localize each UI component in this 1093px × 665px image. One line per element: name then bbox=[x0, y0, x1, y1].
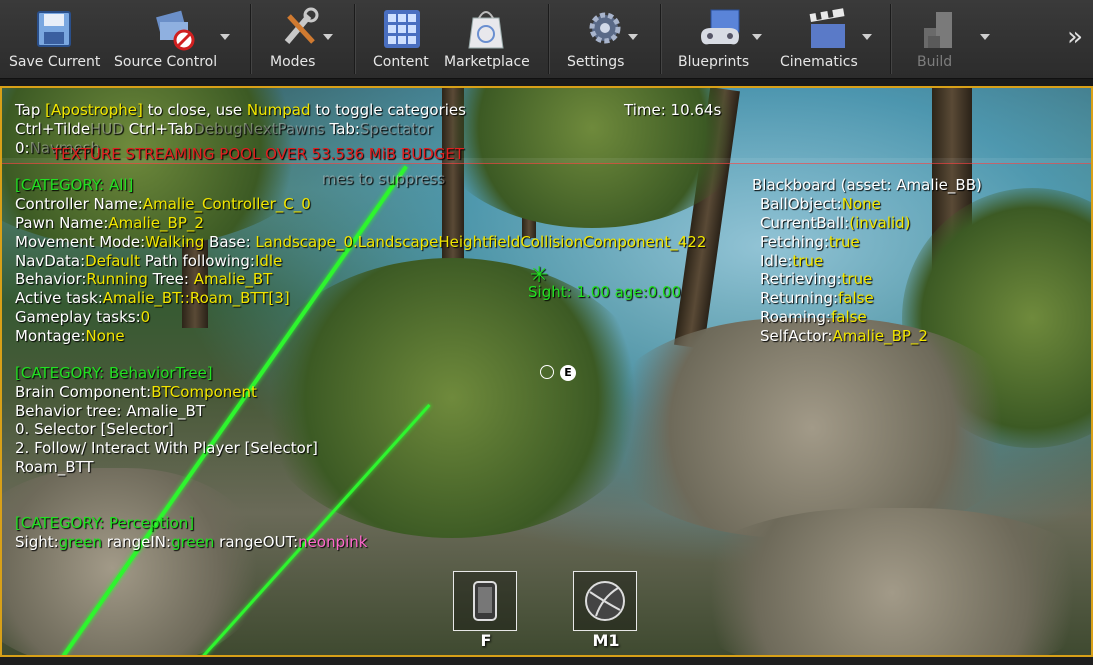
build-blocks-icon bbox=[914, 6, 960, 52]
crosshair-icon bbox=[540, 365, 554, 379]
blueprints-caret-icon[interactable] bbox=[752, 34, 762, 40]
editor-toolbar: Save Current Source Control Modes Conten… bbox=[0, 0, 1093, 79]
settings-button[interactable]: Settings bbox=[560, 0, 650, 78]
hud-close-hint: Tap [Apostrophe] to close, use Numpad to… bbox=[15, 101, 466, 119]
gear-icon bbox=[582, 6, 628, 52]
category-perception: [CATEGORY: Perception] bbox=[15, 514, 195, 532]
action-slot-phone-key: F bbox=[480, 631, 492, 650]
hud-time: Time: 10.64s bbox=[624, 101, 722, 119]
toolbar-separator bbox=[250, 4, 252, 74]
sight-line: Sight:green rangeIN:green rangeOUT:neonp… bbox=[15, 533, 368, 551]
rock bbox=[602, 318, 1022, 538]
navdata-line: NavData:Default Path following:Idle bbox=[15, 252, 283, 270]
bb-selfactor: SelfActor:Amalie_BP_2 bbox=[760, 327, 928, 345]
interact-key-prompt: E bbox=[560, 365, 576, 381]
marketplace-bag-icon bbox=[463, 6, 509, 52]
source-control-button[interactable]: Source Control bbox=[108, 0, 238, 78]
bb-idle: Idle:true bbox=[760, 252, 824, 270]
bb-ballobject: BallObject:None bbox=[760, 195, 881, 213]
toolbar-separator bbox=[890, 4, 892, 74]
bb-currentball: CurrentBall:(invalid) bbox=[760, 214, 911, 232]
toolbar-separator bbox=[548, 4, 550, 74]
bt-node-line: 0. Selector [Selector] bbox=[15, 420, 174, 438]
rock bbox=[682, 508, 1091, 655]
phone-icon bbox=[473, 581, 497, 621]
modes-caret-icon[interactable] bbox=[323, 34, 333, 40]
modes-button[interactable]: Modes bbox=[260, 0, 340, 78]
behavior-tree-line: Behavior tree: Amalie_BT bbox=[15, 402, 205, 420]
suppress-hint: mes to suppress bbox=[322, 170, 446, 188]
blueprints-controller-icon bbox=[697, 6, 743, 52]
bb-returning: Returning:false bbox=[760, 289, 874, 307]
content-grid-icon bbox=[378, 6, 424, 52]
source-control-icon bbox=[150, 6, 196, 52]
wrench-screwdriver-icon bbox=[277, 6, 323, 52]
bb-fetching: Fetching:true bbox=[760, 233, 860, 251]
controller-name-line: Controller Name:Amalie_Controller_C_0 bbox=[15, 195, 311, 213]
ball-icon bbox=[585, 581, 625, 621]
brain-component-line: Brain Component:BTComponent bbox=[15, 383, 257, 401]
blueprints-button[interactable]: Blueprints bbox=[672, 0, 768, 78]
cinematics-button[interactable]: Cinematics bbox=[778, 0, 878, 78]
bb-roaming: Roaming:false bbox=[760, 308, 867, 326]
bt-node-line: 2. Follow/ Interact With Player [Selecto… bbox=[15, 439, 318, 457]
active-task-line: Active task:Amalie_BT::Roam_BTT[3] bbox=[15, 289, 290, 307]
content-button[interactable]: Content bbox=[366, 0, 436, 78]
marketplace-button[interactable]: Marketplace bbox=[438, 0, 534, 78]
behavior-line: Behavior:Running Tree: Amalie_BT bbox=[15, 270, 273, 288]
action-slot-phone[interactable] bbox=[453, 571, 517, 631]
action-slot-ball[interactable] bbox=[573, 571, 637, 631]
bb-retrieving: Retrieving:true bbox=[760, 270, 873, 288]
texture-streaming-warning: TEXTURE STREAMING POOL OVER 53.536 MiB B… bbox=[52, 145, 465, 163]
action-slot-ball-key: M1 bbox=[592, 631, 620, 650]
source-control-caret-icon[interactable] bbox=[220, 34, 230, 40]
pawn-name-line: Pawn Name:Amalie_BP_2 bbox=[15, 214, 204, 232]
toolbar-overflow-button[interactable]: » bbox=[1067, 22, 1083, 52]
build-button[interactable]: Build bbox=[902, 0, 990, 78]
clapperboard-icon bbox=[805, 6, 851, 52]
movement-mode-line: Movement Mode:Walking Base: Landscape_0.… bbox=[15, 233, 707, 251]
sight-marker-label: Sight: 1.00 age:0.00 bbox=[528, 283, 681, 301]
blackboard-title: Blackboard (asset: Amalie_BB) bbox=[752, 176, 982, 194]
hud-shortcuts: Ctrl+TildeHUD Ctrl+TabDebugNextPawns Tab… bbox=[15, 120, 433, 138]
cinematics-caret-icon[interactable] bbox=[862, 34, 872, 40]
category-all: [CATEGORY: All] bbox=[15, 176, 134, 194]
gameplay-tasks-line: Gameplay tasks:0 bbox=[15, 308, 151, 326]
toolbar-separator bbox=[660, 4, 662, 74]
settings-caret-icon[interactable] bbox=[628, 34, 638, 40]
save-current-button[interactable]: Save Current bbox=[0, 0, 106, 78]
montage-line: Montage:None bbox=[15, 327, 125, 345]
status-bar bbox=[0, 657, 1093, 665]
category-behavior-tree: [CATEGORY: BehaviorTree] bbox=[15, 364, 213, 382]
toolbar-separator bbox=[354, 4, 356, 74]
build-caret-icon[interactable] bbox=[980, 34, 990, 40]
game-viewport[interactable]: Tap [Apostrophe] to close, use Numpad to… bbox=[0, 86, 1093, 657]
save-icon bbox=[30, 6, 76, 52]
bt-node-line: Roam_BTT bbox=[15, 458, 94, 476]
